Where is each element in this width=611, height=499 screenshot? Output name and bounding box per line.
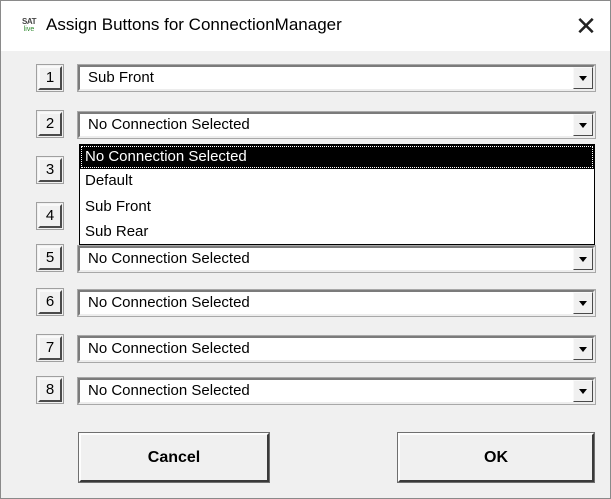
- button-number-6: 6: [36, 288, 64, 316]
- dropdown-option-default[interactable]: Default: [80, 169, 594, 193]
- connection-select-6[interactable]: No Connection Selected: [77, 289, 596, 317]
- chevron-down-icon: [579, 347, 587, 352]
- button-number-3: 3: [36, 156, 64, 184]
- close-icon[interactable]: ✕: [571, 11, 601, 41]
- button-number-1: 1: [36, 64, 64, 92]
- chevron-down-icon: [579, 257, 587, 262]
- connection-select-8[interactable]: No Connection Selected: [77, 377, 596, 405]
- dropdown-button[interactable]: [573, 380, 593, 402]
- button-number-4: 4: [36, 202, 64, 230]
- connection-select-value: No Connection Selected: [88, 294, 250, 311]
- connection-select-7[interactable]: No Connection Selected: [77, 335, 596, 363]
- chevron-down-icon: [579, 123, 587, 128]
- dropdown-button[interactable]: [573, 248, 593, 270]
- connection-select-2[interactable]: No Connection Selected: [77, 111, 596, 139]
- chevron-down-icon: [579, 389, 587, 394]
- assign-buttons-dialog: SAT live Assign Buttons for ConnectionMa…: [0, 0, 611, 499]
- connection-select-value: No Connection Selected: [88, 340, 250, 357]
- button-number-7: 7: [36, 334, 64, 362]
- dropdown-option-no-connection[interactable]: No Connection Selected: [80, 145, 594, 169]
- dropdown-button[interactable]: [573, 292, 593, 314]
- dropdown-button[interactable]: [573, 338, 593, 360]
- dropdown-button[interactable]: [573, 114, 593, 136]
- connection-select-value: No Connection Selected: [88, 250, 250, 267]
- connection-select-5[interactable]: No Connection Selected: [77, 245, 596, 273]
- dropdown-button[interactable]: [573, 67, 593, 89]
- chevron-down-icon: [579, 76, 587, 81]
- dropdown-option-sub-front[interactable]: Sub Front: [80, 195, 594, 219]
- cancel-button[interactable]: Cancel: [78, 432, 270, 483]
- button-number-8: 8: [36, 376, 64, 404]
- button-number-2: 2: [36, 110, 64, 138]
- ok-button[interactable]: OK: [397, 432, 595, 483]
- window-title: Assign Buttons for ConnectionManager: [46, 15, 342, 34]
- satlive-app-icon: SAT live: [22, 17, 36, 34]
- connection-select-1[interactable]: Sub Front: [77, 64, 596, 92]
- chevron-down-icon: [579, 301, 587, 306]
- connection-select-value: No Connection Selected: [88, 116, 250, 133]
- dropdown-option-sub-rear[interactable]: Sub Rear: [80, 220, 594, 244]
- connection-dropdown-list: No Connection Selected Default Sub Front…: [79, 144, 595, 245]
- button-number-5: 5: [36, 244, 64, 272]
- title-bar: SAT live Assign Buttons for ConnectionMa…: [1, 1, 610, 51]
- connection-select-value: No Connection Selected: [88, 382, 250, 399]
- connection-select-value: Sub Front: [88, 69, 154, 86]
